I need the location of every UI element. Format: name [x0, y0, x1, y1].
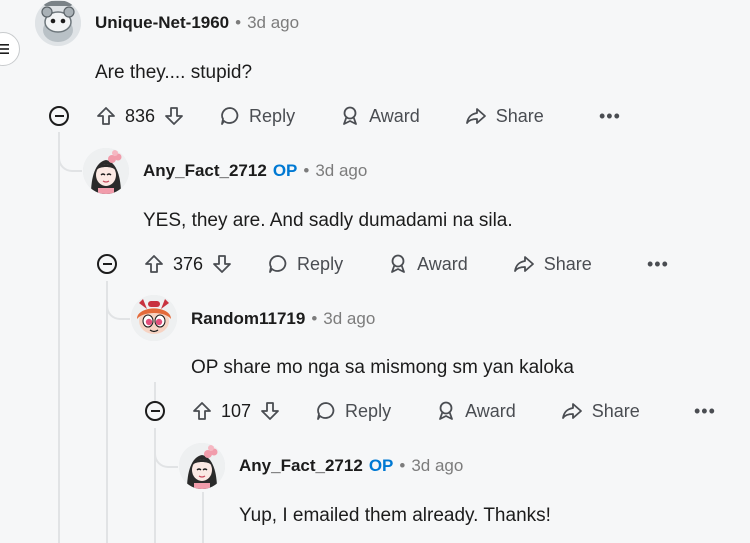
- more-options-button[interactable]: •••: [647, 254, 669, 275]
- award-ribbon-icon: [343, 106, 357, 125]
- share-button[interactable]: Share: [512, 253, 592, 275]
- vote-count: 376: [173, 253, 204, 274]
- award-label: Award: [465, 400, 516, 421]
- username[interactable]: Random11719: [191, 309, 305, 328]
- comment-actions: 376 Reply Award Share: [143, 249, 592, 279]
- username[interactable]: Unique-Net-1960: [95, 13, 229, 32]
- collapse-thread-button[interactable]: [97, 254, 117, 274]
- upvote-button[interactable]: [191, 400, 213, 422]
- avatar[interactable]: [83, 148, 129, 194]
- comment-text: Are they.... stupid?: [95, 62, 253, 83]
- comment-bubble-icon: [221, 107, 239, 125]
- op-badge: OP: [272, 161, 298, 180]
- timestamp[interactable]: 3d ago: [323, 309, 375, 328]
- reply-label: Reply: [345, 400, 392, 421]
- separator: •: [303, 161, 310, 180]
- thread-line-4[interactable]: [202, 492, 204, 543]
- reply-button[interactable]: Reply: [219, 105, 295, 127]
- thread-line-2[interactable]: [106, 281, 108, 543]
- comment-actions: 107 Reply Award Share: [191, 396, 640, 426]
- award-ribbon-icon: [439, 401, 453, 420]
- share-arrow-icon: [465, 108, 486, 124]
- upvote-button[interactable]: [95, 105, 117, 127]
- downvote-button[interactable]: [259, 400, 281, 422]
- menu-icon: [0, 44, 9, 54]
- timestamp[interactable]: 3d ago: [315, 161, 367, 180]
- share-arrow-icon: [561, 403, 582, 419]
- avatar[interactable]: [35, 0, 81, 46]
- downvote-button[interactable]: [163, 105, 185, 127]
- comment-text: OP share mo nga sa mismong sm yan kaloka: [191, 357, 574, 378]
- reply-button[interactable]: Reply: [267, 253, 343, 275]
- comment-header: Unique-Net-1960 • 3d ago: [95, 13, 299, 33]
- comment-header: Random11719 • 3d ago: [191, 309, 375, 329]
- powerpuff-avatar-icon: [131, 295, 177, 341]
- thread-line-1[interactable]: [58, 132, 60, 543]
- comment-text: YES, they are. And sadly dumadami na sil…: [143, 210, 513, 231]
- more-options-button[interactable]: •••: [694, 401, 716, 422]
- separator: •: [311, 309, 318, 328]
- username[interactable]: Any_Fact_2712: [143, 161, 267, 180]
- downvote-arrow-icon: [165, 107, 183, 125]
- collapse-thread-button[interactable]: [145, 401, 165, 421]
- anime-girl-avatar-icon: [179, 443, 225, 489]
- share-arrow-icon: [513, 256, 534, 272]
- comment-header: Any_Fact_2712 OP • 3d ago: [143, 161, 367, 181]
- award-ribbon-icon: [391, 254, 405, 273]
- upvote-arrow-icon: [145, 255, 163, 273]
- username[interactable]: Any_Fact_2712: [239, 456, 363, 475]
- award-button[interactable]: Award: [339, 105, 420, 127]
- vote-count: 107: [221, 400, 252, 421]
- comment-bubble-icon: [269, 255, 287, 273]
- separator: •: [399, 456, 406, 475]
- thread-connector-2: [106, 284, 130, 320]
- comment-bubble-icon: [317, 402, 335, 420]
- comment-text: Yup, I emailed them already. Thanks!: [239, 505, 551, 526]
- thread-connector-3: [154, 432, 178, 468]
- award-button[interactable]: Award: [387, 253, 468, 275]
- reply-label: Reply: [249, 105, 296, 126]
- reply-button[interactable]: Reply: [315, 400, 391, 422]
- upvote-arrow-icon: [97, 107, 115, 125]
- award-label: Award: [369, 105, 420, 126]
- award-label: Award: [417, 253, 468, 274]
- award-button[interactable]: Award: [435, 400, 516, 422]
- avatar[interactable]: [131, 295, 177, 341]
- downvote-arrow-icon: [261, 402, 279, 420]
- share-label: Share: [543, 253, 592, 274]
- share-label: Share: [495, 105, 544, 126]
- timestamp[interactable]: 3d ago: [411, 456, 463, 475]
- share-button[interactable]: Share: [560, 400, 640, 422]
- timestamp[interactable]: 3d ago: [247, 13, 299, 32]
- anime-girl-avatar-icon: [83, 148, 129, 194]
- reply-label: Reply: [297, 253, 344, 274]
- more-options-button[interactable]: •••: [599, 106, 621, 127]
- vote-count: 836: [125, 105, 156, 126]
- thread-connector-1: [58, 136, 82, 172]
- share-label: Share: [591, 400, 640, 421]
- op-badge: OP: [368, 456, 394, 475]
- side-menu-button[interactable]: [0, 32, 20, 66]
- separator: •: [235, 13, 242, 32]
- avatar[interactable]: [179, 443, 225, 489]
- downvote-arrow-icon: [213, 255, 231, 273]
- upvote-button[interactable]: [143, 253, 165, 275]
- upvote-arrow-icon: [193, 402, 211, 420]
- snoo-avatar-icon: [35, 0, 81, 46]
- downvote-button[interactable]: [211, 253, 233, 275]
- share-button[interactable]: Share: [464, 105, 544, 127]
- comment-actions: 836 Reply Award Share: [95, 101, 544, 131]
- collapse-thread-button[interactable]: [49, 106, 69, 126]
- comment-header: Any_Fact_2712 OP • 3d ago: [239, 456, 463, 476]
